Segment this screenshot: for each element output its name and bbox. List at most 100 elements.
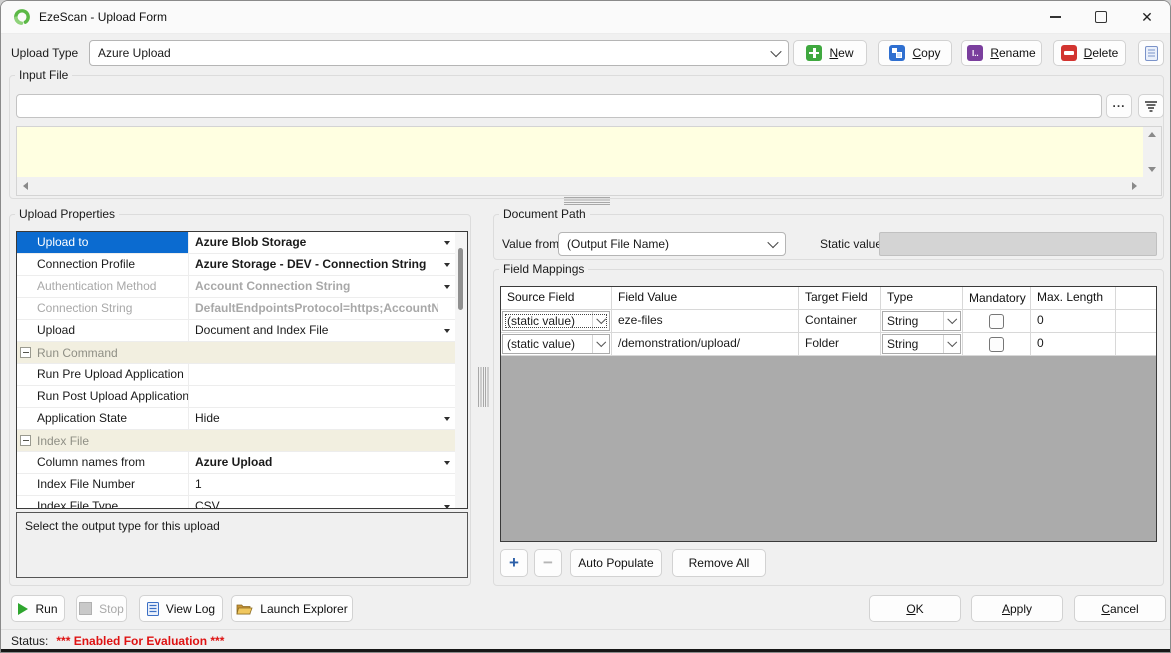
property-value[interactable]: Azure Blob Storage bbox=[189, 232, 438, 253]
property-name[interactable]: Index File Number bbox=[17, 474, 189, 495]
upload-type-notes-button[interactable] bbox=[1138, 40, 1164, 66]
launch-explorer-button[interactable]: Launch Explorer bbox=[231, 595, 353, 622]
mandatory-checkbox[interactable] bbox=[989, 337, 1004, 352]
filter-button[interactable] bbox=[1138, 94, 1164, 118]
property-row[interactable]: Upload Document and Index File bbox=[17, 320, 455, 342]
target-field-cell[interactable]: Folder bbox=[799, 333, 881, 355]
property-row[interactable]: Run Pre Upload Application bbox=[17, 364, 455, 386]
view-log-button[interactable]: View Log bbox=[139, 595, 223, 622]
minimize-button[interactable] bbox=[1032, 1, 1078, 33]
property-row[interactable]: Index File Type CSV bbox=[17, 496, 455, 509]
property-value[interactable]: Document and Index File bbox=[189, 320, 438, 341]
input-file-path-field[interactable] bbox=[16, 94, 1102, 118]
maximize-button[interactable] bbox=[1078, 1, 1124, 33]
source-field-select[interactable]: (static value) bbox=[502, 334, 610, 354]
dropdown-arrow-icon[interactable] bbox=[438, 452, 455, 473]
file-list-hscrollbar[interactable] bbox=[17, 177, 1143, 195]
property-value[interactable]: CSV bbox=[189, 496, 438, 509]
input-file-list[interactable] bbox=[16, 126, 1162, 196]
property-name[interactable]: Connection String bbox=[17, 298, 189, 319]
property-row[interactable]: Connection Profile Azure Storage - DEV -… bbox=[17, 254, 455, 276]
property-category-row[interactable]: Index File bbox=[17, 430, 455, 452]
scroll-left-icon[interactable] bbox=[23, 182, 28, 190]
upload-type-select[interactable]: Azure Upload bbox=[89, 40, 789, 66]
column-header[interactable]: Field Value bbox=[612, 287, 799, 309]
property-row[interactable]: Run Post Upload Application bbox=[17, 386, 455, 408]
chevron-down-icon[interactable] bbox=[943, 312, 960, 330]
property-name[interactable]: Index File Type bbox=[17, 496, 189, 509]
field-value-cell[interactable]: /demonstration/upload/ bbox=[612, 333, 799, 355]
mapping-row[interactable]: (static value) eze-files Container Strin… bbox=[501, 310, 1156, 333]
property-value[interactable]: DefaultEndpointsProtocol=https;AccountN.… bbox=[189, 298, 438, 319]
type-select[interactable]: String bbox=[882, 334, 961, 354]
property-value[interactable]: Account Connection String bbox=[189, 276, 438, 297]
property-name[interactable]: Upload to bbox=[17, 232, 189, 253]
mandatory-checkbox[interactable] bbox=[989, 314, 1004, 329]
property-name[interactable]: Run Pre Upload Application bbox=[17, 364, 189, 385]
max-length-cell[interactable]: 0 bbox=[1031, 333, 1116, 355]
property-value[interactable] bbox=[189, 364, 438, 385]
chevron-down-icon[interactable] bbox=[592, 312, 609, 330]
property-grid-scrollbar[interactable] bbox=[455, 232, 467, 508]
column-header[interactable]: Type bbox=[881, 287, 963, 309]
property-name[interactable]: Column names from bbox=[17, 452, 189, 473]
collapse-icon[interactable] bbox=[20, 435, 31, 446]
dropdown-arrow-icon[interactable] bbox=[438, 496, 455, 509]
stop-button[interactable]: Stop bbox=[76, 595, 127, 622]
scroll-down-icon[interactable] bbox=[1148, 167, 1156, 172]
column-header[interactable]: Mandatory bbox=[963, 287, 1031, 309]
file-list-vscrollbar[interactable] bbox=[1143, 127, 1161, 177]
mapping-row[interactable]: (static value) /demonstration/upload/ Fo… bbox=[501, 333, 1156, 356]
max-length-cell[interactable]: 0 bbox=[1031, 310, 1116, 332]
apply-button[interactable]: Apply bbox=[971, 595, 1063, 622]
copy-button[interactable]: Copy bbox=[878, 40, 952, 66]
target-field-cell[interactable]: Container bbox=[799, 310, 881, 332]
run-button[interactable]: Run bbox=[11, 595, 65, 622]
value-from-select[interactable]: (Output File Name) bbox=[558, 232, 786, 256]
dropdown-arrow-icon[interactable] bbox=[438, 254, 455, 275]
chevron-down-icon[interactable] bbox=[943, 335, 960, 353]
column-header[interactable]: Max. Length bbox=[1031, 287, 1116, 309]
property-row[interactable]: Column names from Azure Upload bbox=[17, 452, 455, 474]
property-value[interactable] bbox=[189, 386, 438, 407]
property-row[interactable]: Connection String DefaultEndpointsProtoc… bbox=[17, 298, 455, 320]
property-category-row[interactable]: Run Command bbox=[17, 342, 455, 364]
chevron-down-icon[interactable] bbox=[592, 335, 609, 353]
close-button[interactable]: ✕ bbox=[1124, 1, 1170, 33]
dropdown-arrow-icon[interactable] bbox=[438, 232, 455, 253]
source-field-select[interactable]: (static value) bbox=[502, 311, 610, 331]
remove-all-button[interactable]: Remove All bbox=[672, 549, 766, 577]
property-name[interactable]: Application State bbox=[17, 408, 189, 429]
browse-button[interactable]: ... bbox=[1106, 94, 1132, 118]
property-name[interactable]: Connection Profile bbox=[17, 254, 189, 275]
dropdown-arrow-icon[interactable] bbox=[438, 320, 455, 341]
scroll-right-icon[interactable] bbox=[1132, 182, 1137, 190]
cancel-button[interactable]: Cancel bbox=[1074, 595, 1166, 622]
property-row[interactable]: Authentication Method Account Connection… bbox=[17, 276, 455, 298]
add-mapping-button[interactable]: + bbox=[500, 549, 528, 577]
property-row[interactable]: Upload to Azure Blob Storage bbox=[17, 232, 455, 254]
property-value[interactable]: 1 bbox=[189, 474, 438, 495]
horizontal-splitter-handle[interactable] bbox=[564, 197, 610, 206]
ok-button[interactable]: OK bbox=[869, 595, 961, 622]
property-name[interactable]: Upload bbox=[17, 320, 189, 341]
delete-button[interactable]: Delete bbox=[1053, 40, 1126, 66]
collapse-icon[interactable] bbox=[20, 347, 31, 358]
vertical-splitter-handle[interactable] bbox=[478, 367, 489, 407]
property-value[interactable]: Hide bbox=[189, 408, 438, 429]
type-select[interactable]: String bbox=[882, 311, 961, 331]
dropdown-arrow-icon[interactable] bbox=[438, 408, 455, 429]
property-value[interactable]: Azure Upload bbox=[189, 452, 438, 473]
property-row[interactable]: Index File Number 1 bbox=[17, 474, 455, 496]
field-value-cell[interactable]: eze-files bbox=[612, 310, 799, 332]
auto-populate-button[interactable]: Auto Populate bbox=[570, 549, 662, 577]
scrollbar-thumb[interactable] bbox=[458, 248, 463, 310]
property-name[interactable]: Run Post Upload Application bbox=[17, 386, 189, 407]
property-value[interactable]: Azure Storage - DEV - Connection String bbox=[189, 254, 438, 275]
file-list-area[interactable] bbox=[17, 127, 1143, 177]
property-name[interactable]: Authentication Method bbox=[17, 276, 189, 297]
remove-mapping-button[interactable]: − bbox=[534, 549, 562, 577]
property-row[interactable]: Application State Hide bbox=[17, 408, 455, 430]
dropdown-arrow-icon[interactable] bbox=[438, 276, 455, 297]
column-header[interactable]: Source Field bbox=[501, 287, 612, 309]
